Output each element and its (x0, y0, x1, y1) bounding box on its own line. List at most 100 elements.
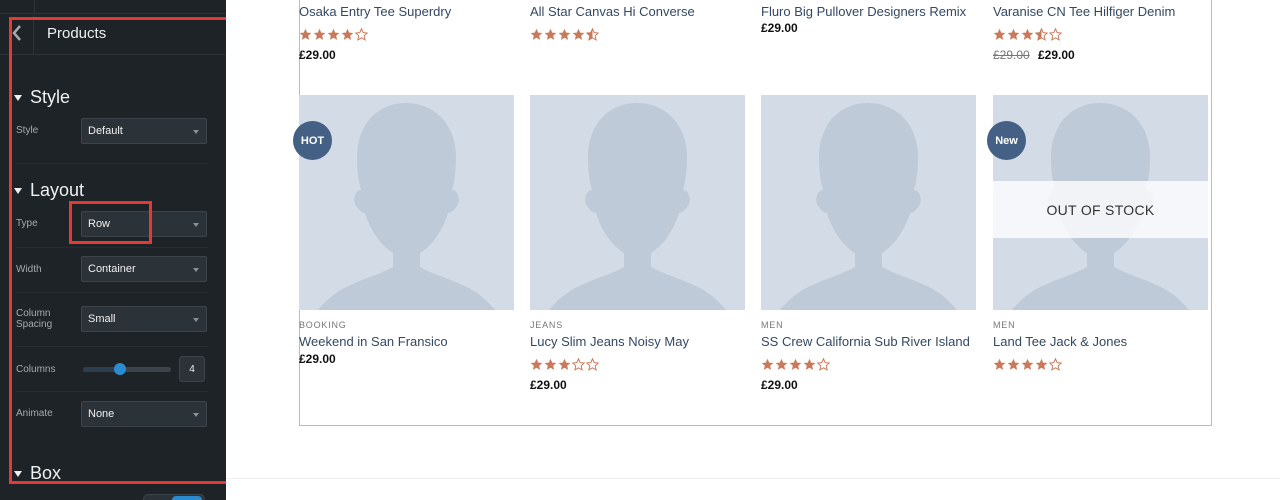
customizer-sidebar: Products Style Style Default Layout Type… (0, 0, 226, 500)
divider (16, 346, 208, 347)
columns-label: Columns (16, 364, 56, 375)
star-empty-icon (817, 358, 830, 371)
product-title-link[interactable]: Lucy Slim Jeans Noisy May (530, 334, 689, 349)
star-filled-icon (1035, 358, 1048, 370)
rating-stars (299, 28, 368, 42)
product-image[interactable] (530, 95, 745, 310)
star-filled-icon (299, 28, 312, 40)
star-filled-icon (572, 28, 585, 40)
star-empty-icon (1049, 358, 1062, 371)
product-category: MEN (993, 320, 1016, 330)
star-empty-icon (572, 358, 585, 371)
star-half-icon (1035, 28, 1048, 41)
width-label: Width (16, 264, 42, 275)
star-empty-icon (586, 358, 599, 371)
placeholder-avatar-icon (779, 103, 958, 310)
section-box-toggle[interactable]: Box (14, 463, 61, 484)
star-filled-icon (327, 28, 340, 40)
star-filled-icon (530, 28, 543, 40)
star-filled-icon (789, 358, 802, 370)
product-image[interactable]: OUT OF STOCK (993, 95, 1208, 310)
hot-badge: HOT (293, 121, 332, 160)
star-filled-icon (993, 28, 1006, 40)
product-title-link[interactable]: Fluro Big Pullover Designers Remix (761, 4, 966, 19)
section-style-toggle[interactable]: Style (14, 87, 70, 108)
out-of-stock-label: OUT OF STOCK (993, 181, 1208, 238)
caret-down-icon (193, 223, 199, 227)
rating-stars (761, 358, 830, 372)
sidebar-header: Products (0, 15, 226, 55)
animate-label: Animate (16, 408, 53, 419)
preview-canvas: Osaka Entry Tee Superdry £29.00 All Star… (226, 0, 1280, 500)
product-price: £29.00 (761, 378, 798, 392)
footer-divider (226, 478, 1280, 479)
column-spacing-select-value: Small (88, 313, 116, 325)
section-layout-heading: Layout (30, 180, 85, 200)
type-select-value: Row (88, 218, 111, 230)
chevron-left-icon (11, 24, 22, 46)
product-price: £29.00 (761, 21, 798, 35)
star-filled-icon (544, 28, 557, 40)
star-filled-icon (993, 358, 1006, 370)
product-title-link[interactable]: Weekend in San Fransico (299, 334, 448, 349)
star-half-icon (586, 28, 599, 41)
product-price: £29.00 (1038, 48, 1075, 62)
type-select[interactable]: Row (81, 211, 207, 237)
placeholder-avatar-icon (317, 103, 496, 310)
style-select[interactable]: Default (81, 118, 207, 144)
product-price: £29.00 (299, 48, 336, 62)
caret-down-icon (193, 413, 199, 417)
divider (16, 292, 208, 293)
divider (16, 163, 208, 164)
style-select-value: Default (88, 125, 123, 137)
animate-select[interactable]: None (81, 401, 207, 427)
product-image[interactable] (299, 95, 514, 310)
product-title-link[interactable]: SS Crew California Sub River Island (761, 334, 970, 349)
star-filled-icon (530, 358, 543, 370)
placeholder-avatar-icon (548, 103, 727, 310)
caret-down-icon (14, 187, 22, 194)
star-filled-icon (1007, 28, 1020, 40)
product-category: MEN (761, 320, 784, 330)
caret-down-icon (14, 470, 22, 477)
width-select[interactable]: Container (81, 256, 207, 282)
product-category: JEANS (530, 320, 564, 330)
star-filled-icon (803, 358, 816, 370)
customizer-app: Products Style Style Default Layout Type… (0, 0, 1280, 500)
animate-select-value: None (88, 408, 115, 420)
sidebar-title: Products (47, 25, 107, 42)
star-filled-icon (341, 28, 354, 40)
star-empty-icon (355, 28, 368, 41)
sidebar-top-strip (0, 0, 226, 14)
columns-slider-handle[interactable] (113, 363, 126, 375)
column-spacing-select[interactable]: Small (81, 306, 207, 332)
columns-slider-track[interactable] (83, 367, 171, 372)
toggle-switch[interactable] (143, 494, 205, 500)
rating-stars (530, 358, 599, 372)
section-layout-toggle[interactable]: Layout (14, 180, 84, 201)
new-badge: New (987, 121, 1026, 160)
style-label: Style (16, 125, 39, 136)
column-spacing-label: Column Spacing (16, 308, 53, 330)
back-button[interactable] (0, 15, 34, 55)
star-filled-icon (558, 358, 571, 370)
rating-stars (993, 28, 1062, 42)
star-filled-icon (544, 358, 557, 370)
product-image[interactable] (761, 95, 976, 310)
star-filled-icon (558, 28, 571, 40)
product-price: £29.00 (299, 352, 336, 366)
caret-down-icon (193, 318, 199, 322)
divider (16, 391, 208, 392)
section-box-heading: Box (30, 463, 62, 483)
product-title-link[interactable]: All Star Canvas Hi Converse (530, 4, 695, 19)
product-title-link[interactable]: Varanise CN Tee Hilfiger Denim (993, 4, 1175, 19)
type-label: Type (16, 218, 38, 229)
product-title-link[interactable]: Land Tee Jack & Jones (993, 334, 1127, 349)
product-title-link[interactable]: Osaka Entry Tee Superdry (299, 4, 451, 19)
columns-number-input[interactable]: 4 (179, 356, 205, 382)
section-style-heading: Style (30, 87, 71, 107)
product-price: £29.00 (530, 378, 567, 392)
star-empty-icon (1049, 28, 1062, 41)
star-filled-icon (1021, 28, 1034, 40)
rating-stars (993, 358, 1062, 372)
